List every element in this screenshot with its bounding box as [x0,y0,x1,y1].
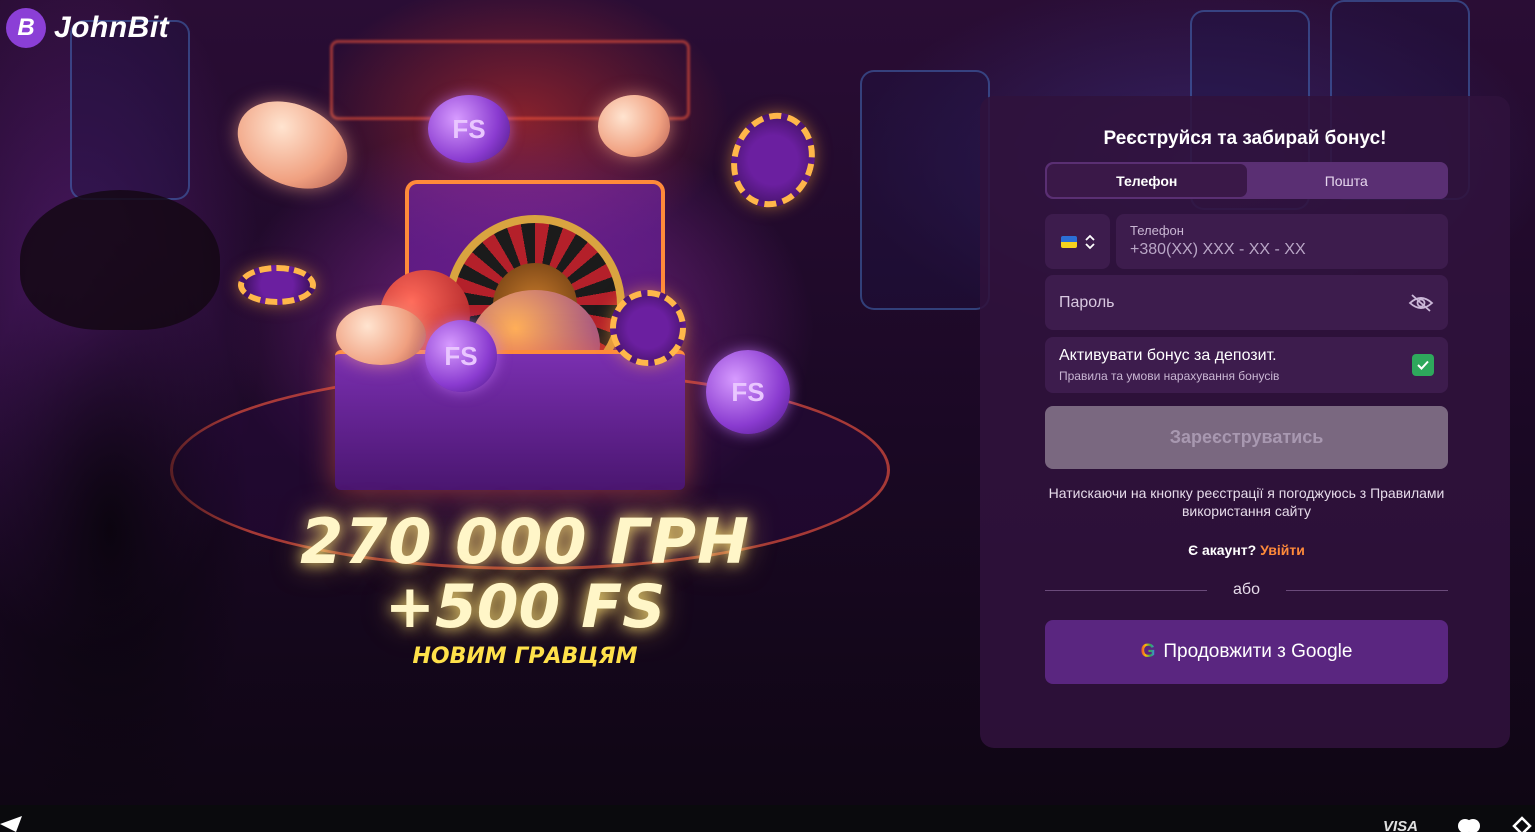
bonus-text: Активувати бонус за депозит. Правила та … [1059,347,1279,383]
promo-banner: 270 000 ГРН +500 FS НОВИМ ГРАВЦЯМ [200,505,850,669]
diamond-icon [1512,816,1532,832]
country-select[interactable] [1045,214,1110,269]
bonus-option: Активувати бонус за депозит. Правила та … [1045,337,1448,393]
promo-subtitle: НОВИМ ГРАВЦЯМ [412,644,638,669]
divider-line [1285,589,1448,591]
logo-letter: B [17,14,35,41]
login-link[interactable]: Увійти [1260,542,1305,558]
fs-coin-label: FS [731,376,765,407]
fs-coin: FS [425,320,497,392]
poker-chip [610,290,686,366]
google-login-button[interactable]: G Продовжити з Google [1045,620,1448,684]
promo-amount: 270 000 ГРН [300,505,750,578]
terms-text: Натискаючи на кнопку реєстрації я погодж… [1048,485,1445,519]
fs-coin-label: FS [452,113,486,144]
account-prompt: Є акаунт? Увійти [1045,542,1448,558]
phone-input[interactable]: +380(XX) XXX - XX - XX [1130,241,1434,259]
phone-row: Телефон +380(XX) XXX - XX - XX [1045,214,1448,269]
poker-chip [718,100,828,220]
or-label: або [1233,581,1260,598]
bonus-rules-link[interactable]: Правила та умови нарахування бонусів [1059,369,1279,383]
registration-panel: Реєструйся та забирай бонус! Телефон Пош… [980,96,1510,748]
password-field[interactable]: Пароль [1045,275,1448,330]
ukraine-flag-icon [1060,235,1077,248]
google-icon: G [1140,641,1156,662]
cowboy-hat [20,190,220,330]
tab-email[interactable]: Пошта [1247,164,1447,197]
or-divider: або [1045,578,1448,602]
logo-icon: B [6,8,46,48]
telegram-icon[interactable] [0,814,24,832]
promo-freespins: +500 FS [384,572,666,642]
divider-line [1045,589,1208,591]
slot-machine [860,70,990,310]
footer-bar [0,805,1535,832]
chevron-updown-icon [1084,234,1095,250]
treasure-chest [335,350,685,490]
password-placeholder: Пароль [1059,293,1115,311]
mastercard-icon [1458,819,1480,832]
eye-off-icon[interactable] [1408,293,1434,313]
google-label: Продовжити з Google [1163,641,1353,662]
tab-phone[interactable]: Телефон [1047,164,1247,197]
brand-logo[interactable]: B JohnBit [6,8,169,48]
bonus-checkbox[interactable] [1412,354,1434,376]
phone-field[interactable]: Телефон +380(XX) XXX - XX - XX [1116,214,1448,269]
fs-coin: FS [706,350,790,434]
register-button[interactable]: Зареєструватись [1045,406,1448,469]
check-icon [1417,360,1429,370]
coin [336,305,426,365]
brand-name: JohnBit [54,11,170,44]
form-title: Реєструйся та забирай бонус! [1103,128,1387,149]
phone-label: Телефон [1130,223,1184,238]
bonus-title: Активувати бонус за депозит. [1059,347,1277,364]
fs-coin: FS [428,95,510,163]
account-question: Є акаунт? [1188,542,1257,558]
registration-tabs: Телефон Пошта [1045,162,1448,199]
coin [598,95,670,157]
fs-coin-label: FS [444,340,478,371]
visa-logo: VISA [1383,818,1419,832]
